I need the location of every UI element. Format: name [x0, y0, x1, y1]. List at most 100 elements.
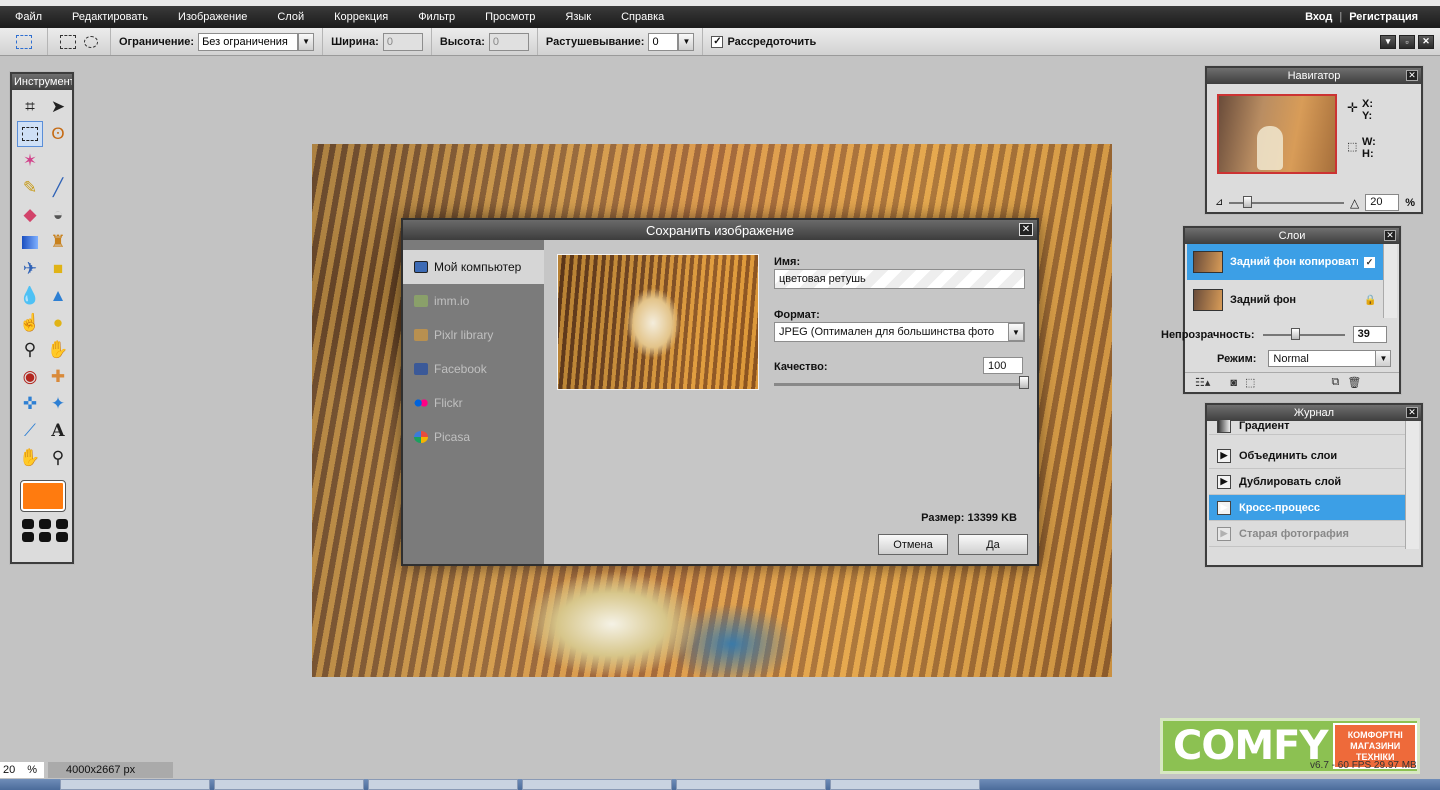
- rect-select-icon[interactable]: [60, 34, 76, 49]
- taskbar-item[interactable]: [368, 779, 518, 790]
- opacity-slider-thumb[interactable]: [1290, 327, 1300, 340]
- menu-adjustment[interactable]: Коррекция: [319, 11, 403, 23]
- cancel-button[interactable]: Отмена: [878, 534, 948, 555]
- history-item[interactable]: ▶ Кросс-процесс: [1209, 495, 1405, 521]
- chevron-down-icon[interactable]: ▼: [1008, 323, 1024, 341]
- move-icon[interactable]: ➤: [45, 94, 71, 120]
- quality-slider-thumb[interactable]: [1019, 376, 1029, 389]
- zoom-icon[interactable]: ⚲: [45, 445, 71, 471]
- format-select[interactable]: JPEG (Оптимален для большинства фото ▼: [774, 322, 1025, 342]
- menu-image[interactable]: Изображение: [163, 11, 262, 23]
- status-zoom[interactable]: 20 %: [0, 762, 44, 778]
- eraser-icon[interactable]: ◆: [17, 202, 43, 228]
- lasso-icon[interactable]: ʘ: [45, 121, 71, 147]
- menu-file[interactable]: Файл: [0, 11, 57, 23]
- menu-edit[interactable]: Редактировать: [57, 11, 163, 23]
- taskbar-item[interactable]: [60, 779, 210, 790]
- feather-input[interactable]: [648, 32, 679, 51]
- layer-visibility-checkbox[interactable]: ✓: [1364, 256, 1375, 268]
- destination-pixlr-library[interactable]: Pixlr library: [403, 318, 544, 352]
- pencil-icon[interactable]: ✎: [17, 175, 43, 201]
- gradient-icon[interactable]: [17, 229, 43, 255]
- destination-picasa[interactable]: Picasa: [403, 420, 544, 454]
- crop-icon[interactable]: ⌗: [17, 94, 43, 120]
- close-icon[interactable]: ✕: [1406, 407, 1418, 418]
- menu-filter[interactable]: Фильтр: [403, 11, 470, 23]
- menu-layer[interactable]: Слой: [262, 11, 319, 23]
- close-icon[interactable]: ✕: [1418, 34, 1434, 49]
- layer-row[interactable]: Задний фон 🔒: [1187, 282, 1383, 318]
- blur-icon[interactable]: 💧: [17, 283, 43, 309]
- zoom-input[interactable]: 20: [1365, 194, 1400, 211]
- menu-view[interactable]: Просмотр: [470, 11, 550, 23]
- quality-slider[interactable]: [774, 383, 1026, 386]
- ok-button[interactable]: Да: [958, 534, 1028, 555]
- destination-immio[interactable]: imm.io: [403, 284, 544, 318]
- destination-flickr[interactable]: Flickr: [403, 386, 544, 420]
- opacity-input[interactable]: 39: [1352, 326, 1387, 343]
- new-layer-icon[interactable]: ⬚: [1245, 376, 1255, 389]
- red-eye-icon[interactable]: ◉: [17, 364, 43, 390]
- destination-facebook[interactable]: Facebook: [403, 352, 544, 386]
- text-icon[interactable]: A: [45, 418, 71, 444]
- antialias-checkbox[interactable]: ✓: [711, 35, 724, 48]
- limit-select[interactable]: [198, 32, 299, 51]
- sharpen-icon[interactable]: ▲: [45, 283, 71, 309]
- eyedropper-icon[interactable]: ⟋: [17, 418, 43, 444]
- burn-icon[interactable]: ✋: [45, 337, 71, 363]
- ellipse-select-icon[interactable]: [84, 35, 98, 48]
- quality-input[interactable]: 100: [983, 357, 1023, 374]
- menu-help[interactable]: Справка: [606, 11, 679, 23]
- close-icon[interactable]: ✕: [1384, 230, 1396, 241]
- width-input[interactable]: [382, 32, 423, 51]
- layers-scrollbar[interactable]: [1383, 244, 1397, 318]
- taskbar-item[interactable]: [676, 779, 826, 790]
- height-input[interactable]: [488, 32, 529, 51]
- minimize-icon[interactable]: ▾: [1380, 34, 1396, 49]
- chevron-down-icon[interactable]: ▼: [298, 32, 315, 51]
- file-name-input[interactable]: цветовая ретушь: [774, 269, 1025, 289]
- shape-icon[interactable]: ■: [45, 256, 71, 282]
- taskbar-item[interactable]: [214, 779, 364, 790]
- history-item[interactable]: ▶ Старая фотография: [1209, 521, 1405, 547]
- taskbar-item[interactable]: [522, 779, 672, 790]
- trash-icon[interactable]: 🗑: [1347, 376, 1361, 389]
- clone-stamp-icon[interactable]: ♜: [45, 229, 71, 255]
- close-icon[interactable]: ✕: [1019, 223, 1033, 236]
- paint-bucket-icon[interactable]: ◒: [45, 202, 71, 228]
- pinch-icon[interactable]: ✦: [45, 391, 71, 417]
- zoom-slider-thumb[interactable]: [1243, 195, 1253, 208]
- restore-icon[interactable]: ▫: [1399, 34, 1415, 49]
- magic-wand-icon[interactable]: ✶: [17, 148, 43, 174]
- history-item[interactable]: ▶ Объединить слои: [1209, 443, 1405, 469]
- zoom-slider[interactable]: [1229, 195, 1344, 208]
- history-scrollbar[interactable]: [1405, 421, 1419, 549]
- layer-mask-icon[interactable]: ◙: [1230, 377, 1237, 389]
- bloat-icon[interactable]: ✜: [17, 391, 43, 417]
- chevron-down-icon[interactable]: ▼: [678, 32, 695, 51]
- brush-icon[interactable]: ╱: [45, 175, 71, 201]
- history-item[interactable]: Градиент: [1209, 417, 1405, 435]
- zoom-out-icon[interactable]: ⊿: [1215, 197, 1223, 208]
- hand-icon[interactable]: ✋: [17, 445, 43, 471]
- layer-row[interactable]: Задний фон копировать ✓: [1187, 244, 1383, 280]
- menu-language[interactable]: Язык: [550, 11, 606, 23]
- history-item[interactable]: ▶ Дублировать слой: [1209, 469, 1405, 495]
- view-mode-grid[interactable]: [22, 519, 72, 542]
- navigator-thumbnail[interactable]: [1217, 94, 1337, 174]
- marquee-icon[interactable]: [17, 121, 43, 147]
- layer-styles-icon[interactable]: ☷▴: [1195, 376, 1210, 389]
- register-link[interactable]: Регистрация: [1349, 11, 1418, 23]
- spot-heal-icon[interactable]: ✚: [45, 364, 71, 390]
- smudge-icon[interactable]: ☝: [17, 310, 43, 336]
- foreground-color-swatch[interactable]: [20, 480, 66, 512]
- taskbar-item[interactable]: [830, 779, 980, 790]
- zoom-in-icon[interactable]: △: [1350, 196, 1359, 210]
- duplicate-layer-icon[interactable]: ⧉: [1331, 376, 1339, 389]
- dodge-icon[interactable]: ⚲: [17, 337, 43, 363]
- mode-select[interactable]: Normal ▼: [1268, 350, 1392, 367]
- chevron-down-icon[interactable]: ▼: [1375, 350, 1392, 367]
- close-icon[interactable]: ✕: [1406, 70, 1418, 81]
- sponge-icon[interactable]: ●: [45, 310, 71, 336]
- login-link[interactable]: Вход: [1305, 11, 1332, 23]
